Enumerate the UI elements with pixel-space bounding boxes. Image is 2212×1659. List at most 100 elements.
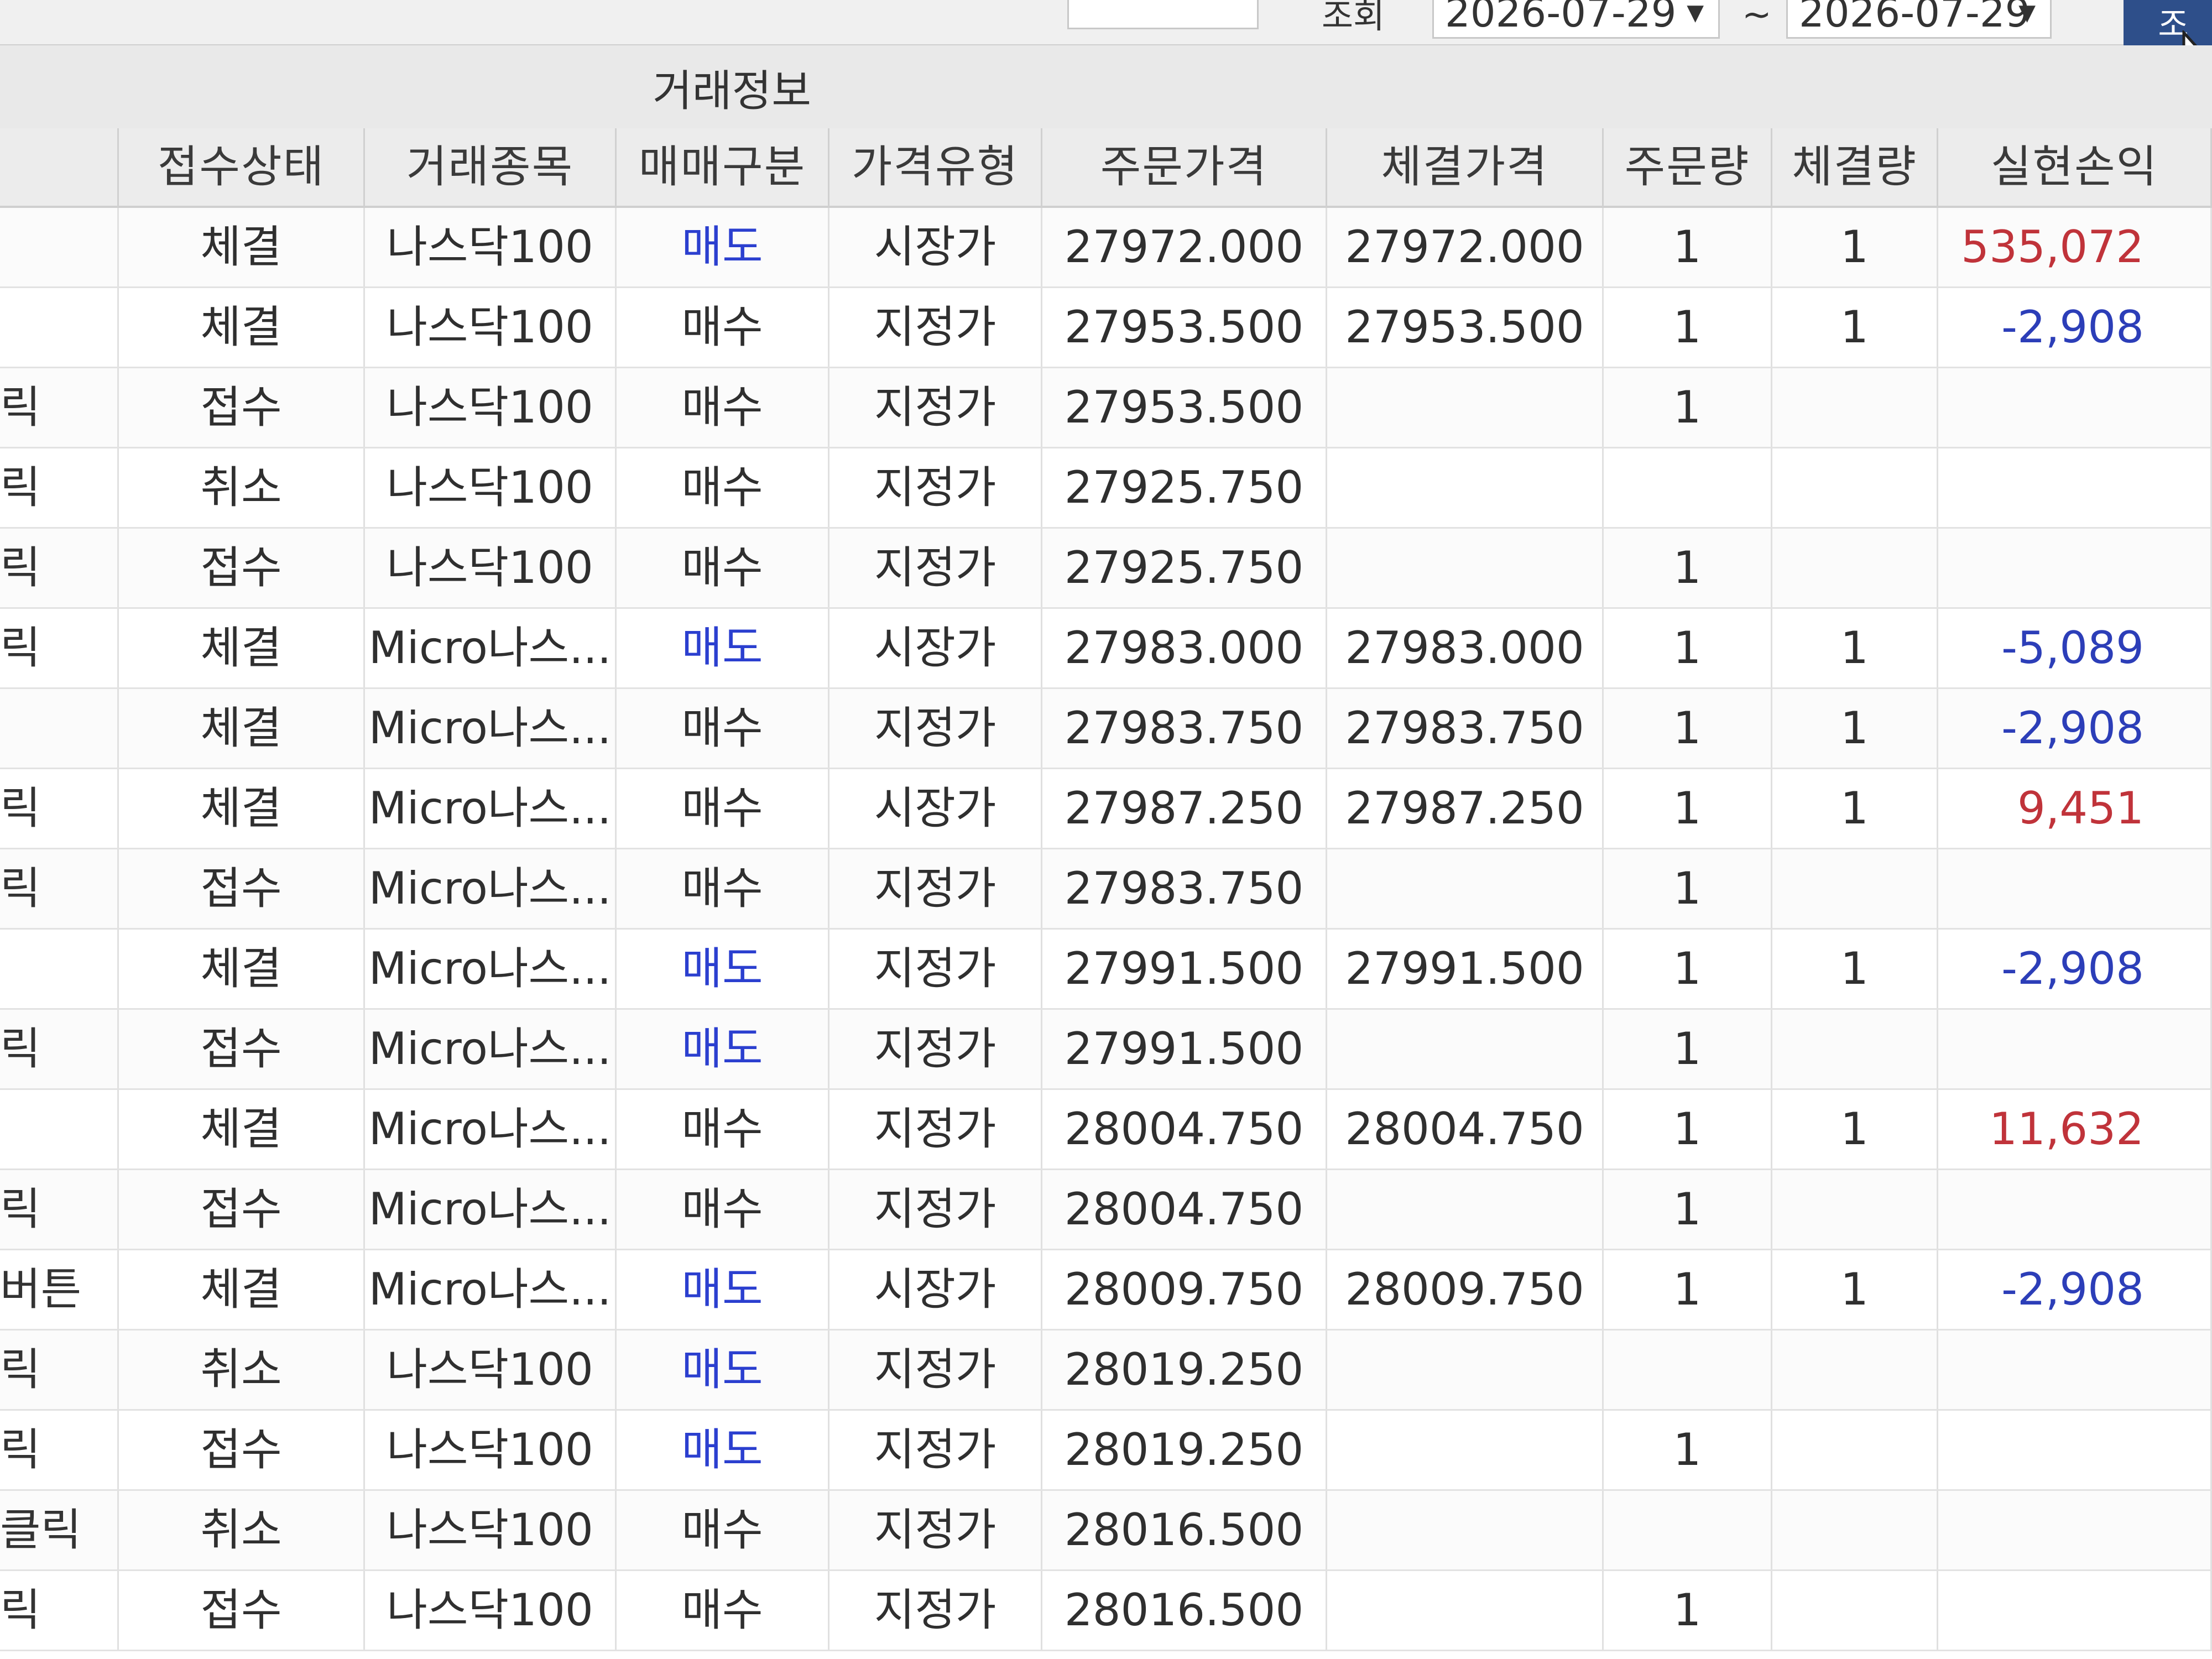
side-cell: 매수	[617, 1571, 830, 1650]
order-price-cell: 27991.500	[1042, 1010, 1327, 1088]
caret-down-icon[interactable]: ▼	[1687, 0, 1704, 40]
pnl-cell	[1938, 1170, 2212, 1249]
table-row[interactable]: 릭 접수 나스닥100 매수 지정가 27925.750 1	[0, 529, 2212, 609]
side-cell: 매수	[617, 529, 830, 607]
price-type-cell: 지정가	[830, 849, 1042, 928]
table-row[interactable]: 버튼 체결 Micro나스... 매도 시장가 28009.750 28009.750 1 1-…	[0, 1250, 2212, 1331]
order-price-cell: 27991.500	[1042, 930, 1327, 1008]
table-row[interactable]: 릭 접수 나스닥100 매수 지정가 28016.500 1	[0, 1571, 2212, 1651]
order-qty-cell	[1604, 1331, 1772, 1409]
price-type-cell: 지정가	[830, 1491, 1042, 1569]
price-type-cell: 지정가	[830, 1331, 1042, 1409]
status-cell: 접수	[119, 368, 365, 447]
status-cell: 체결	[119, 208, 365, 286]
fill-qty-cell: 1	[1772, 930, 1938, 1008]
table-row[interactable]: 릭 접수 나스닥100 매수 지정가 27953.500 1	[0, 368, 2212, 448]
filter-field-stub[interactable]	[1067, 0, 1259, 29]
status-cell: 체결	[119, 930, 365, 1008]
fill-price-cell	[1327, 1491, 1604, 1569]
order-qty-cell: 1	[1604, 930, 1772, 1008]
fill-qty-cell: 1	[1772, 1090, 1938, 1168]
table-row[interactable]: 체결 Micro나스... 매수 지정가 28004.750 28004.750 1 1 11,…	[0, 1090, 2212, 1170]
pnl-cell	[1938, 529, 2212, 607]
status-cell: 접수	[119, 529, 365, 607]
fill-price-cell: 28004.750	[1327, 1090, 1604, 1168]
order-price-cell: 27925.750	[1042, 529, 1327, 607]
date-to-field[interactable]: 2026-07-29 ▼	[1786, 0, 2052, 39]
pnl-cell: 11,632	[1938, 1090, 2212, 1168]
side-cell: 매수	[617, 288, 830, 367]
row-side-label: 릭	[0, 1170, 119, 1249]
item-cell: Micro나스...	[365, 609, 617, 687]
column-header-fill-qty[interactable]: 체결량	[1772, 128, 1938, 206]
status-cell: 취소	[119, 448, 365, 527]
table-row[interactable]: 체결 Micro나스... 매수 지정가 27983.750 27983.750 1 1 -2,…	[0, 689, 2212, 769]
column-header-item[interactable]: 거래종목	[365, 128, 617, 206]
side-cell: 매도	[617, 1010, 830, 1088]
item-cell: Micro나스...	[365, 849, 617, 928]
status-cell: 체결	[119, 609, 365, 687]
row-side-label: 릭	[0, 609, 119, 687]
date-range-separator: ~	[1742, 0, 1772, 35]
row-side-label	[0, 208, 119, 286]
table-row[interactable]: 릭 취소 나스닥100 매도 지정가 28019.250	[0, 1331, 2212, 1411]
side-cell: 매도	[617, 609, 830, 687]
price-type-cell: 지정가	[830, 1090, 1042, 1168]
order-price-cell: 27953.500	[1042, 368, 1327, 447]
order-price-cell: 27983.750	[1042, 849, 1327, 928]
status-cell: 체결	[119, 769, 365, 848]
item-cell: 나스닥100	[365, 288, 617, 367]
table-row[interactable]: 릭 접수 Micro나스... 매수 지정가 27983.750 1	[0, 849, 2212, 930]
column-header-pnl[interactable]: 실현손익	[1938, 128, 2212, 206]
table-row[interactable]: 체결 Micro나스... 매도 지정가 27991.500 27991.500 1 1 -2,…	[0, 930, 2212, 1010]
order-qty-cell: 1	[1604, 1170, 1772, 1249]
fill-qty-cell	[1772, 368, 1938, 447]
pnl-cell	[1938, 1010, 2212, 1088]
order-qty-cell: 1	[1604, 1411, 1772, 1489]
order-qty-cell: 1	[1604, 208, 1772, 286]
fill-qty-cell	[1772, 1170, 1938, 1249]
date-from-field[interactable]: 2026-07-29 ▼	[1432, 0, 1720, 39]
order-price-cell: 27987.250	[1042, 769, 1327, 848]
table-row[interactable]: 체결 나스닥100 매수 지정가 27953.500 27953.500 1 1 -2,908	[0, 288, 2212, 368]
caret-down-icon[interactable]: ▼	[2018, 0, 2036, 40]
order-qty-cell: 1	[1604, 368, 1772, 447]
fill-price-cell	[1327, 1170, 1604, 1249]
column-header-side[interactable]: 매매구분	[617, 128, 830, 206]
column-header-order-price[interactable]: 주문가격	[1042, 128, 1327, 206]
table-row[interactable]: 릭 취소 나스닥100 매수 지정가 27925.750	[0, 448, 2212, 529]
row-side-label: 릭	[0, 368, 119, 447]
status-cell: 접수	[119, 849, 365, 928]
order-qty-cell: 1	[1604, 1571, 1772, 1650]
item-cell: Micro나스...	[365, 1010, 617, 1088]
order-qty-cell: 1	[1604, 689, 1772, 768]
status-cell: 접수	[119, 1010, 365, 1088]
table-row[interactable]: 릭 체결 Micro나스... 매수 시장가 27987.250 27987.250 1 1 9,…	[0, 769, 2212, 849]
row-side-label: 버튼	[0, 1250, 119, 1329]
row-side-label	[0, 1090, 119, 1168]
column-header-price-type[interactable]: 가격유형	[830, 128, 1042, 206]
table-row[interactable]: 릭 접수 Micro나스... 매수 지정가 28004.750 1	[0, 1170, 2212, 1250]
column-header-fill-price[interactable]: 체결가격	[1327, 128, 1604, 206]
table-row[interactable]: 릭 접수 나스닥100 매도 지정가 28019.250 1	[0, 1411, 2212, 1491]
table-row[interactable]: 릭 체결 Micro나스... 매도 시장가 27983.000 27983.000 1 1 -5…	[0, 609, 2212, 689]
table-row[interactable]: 클릭 취소 나스닥100 매수 지정가 28016.500	[0, 1491, 2212, 1571]
table-row[interactable]: 체결 나스닥100 매도 시장가 27972.000 27972.000 1 1 535,072	[0, 208, 2212, 288]
table-row[interactable]: 릭 접수 Micro나스... 매도 지정가 27991.500 1	[0, 1010, 2212, 1090]
grid-group-header: 거래정보	[0, 45, 2212, 130]
column-header-order-qty[interactable]: 주문량	[1604, 128, 1772, 206]
status-cell: 접수	[119, 1170, 365, 1249]
item-cell: 나스닥100	[365, 208, 617, 286]
fill-price-cell	[1327, 1571, 1604, 1650]
fill-qty-cell	[1772, 1331, 1938, 1409]
pnl-cell: 9,451	[1938, 769, 2212, 848]
fill-price-cell: 27953.500	[1327, 288, 1604, 367]
side-cell: 매도	[617, 1331, 830, 1409]
row-side-label	[0, 288, 119, 367]
side-cell: 매도	[617, 930, 830, 1008]
price-type-cell: 시장가	[830, 208, 1042, 286]
column-header-status[interactable]: 접수상태	[119, 128, 365, 206]
side-cell: 매수	[617, 689, 830, 768]
column-header-blank[interactable]	[0, 128, 119, 206]
group-title: 거래정보	[653, 66, 812, 116]
